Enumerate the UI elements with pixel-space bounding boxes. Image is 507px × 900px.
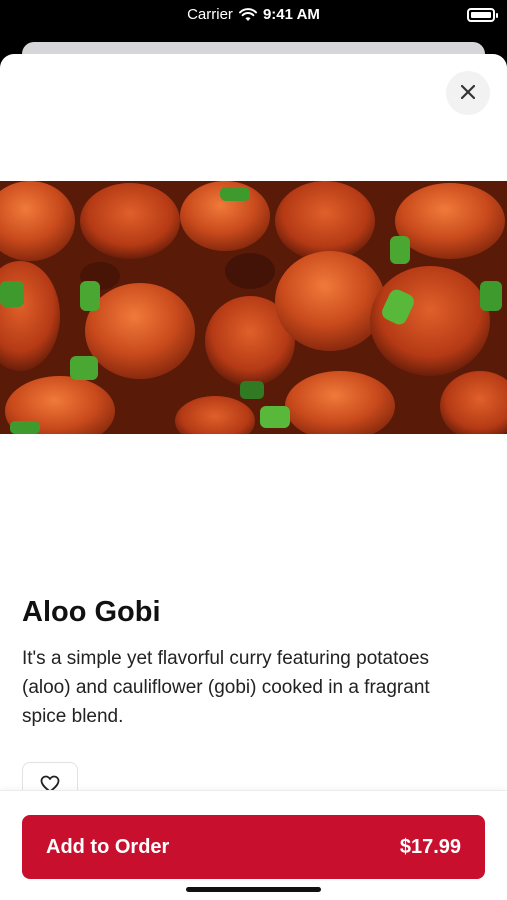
status-time: 9:41 AM <box>262 6 320 23</box>
carrier-label: Carrier <box>187 6 233 23</box>
wifi-icon <box>238 7 257 22</box>
close-icon <box>460 84 476 103</box>
order-price: $17.99 <box>399 835 461 858</box>
status-center: Carrier 9:41 AM <box>0 6 507 23</box>
status-bar: Carrier 9:41 AM <box>0 0 507 40</box>
order-label: Add to Order <box>46 835 170 858</box>
close-button[interactable] <box>446 71 490 115</box>
add-to-order-button[interactable]: Add to Order $17.99 <box>22 815 485 879</box>
dish-title: Aloo Gobi <box>22 596 161 628</box>
dish-description: It's a simple yet flavorful curry featur… <box>22 648 430 727</box>
dish-detail-sheet: Aloo Gobi It's a simple yet flavorful cu… <box>0 54 507 900</box>
dish-photo <box>0 181 507 434</box>
battery-icon <box>467 8 498 22</box>
order-footer: Add to Order $17.99 <box>0 790 507 900</box>
home-indicator <box>186 887 321 892</box>
